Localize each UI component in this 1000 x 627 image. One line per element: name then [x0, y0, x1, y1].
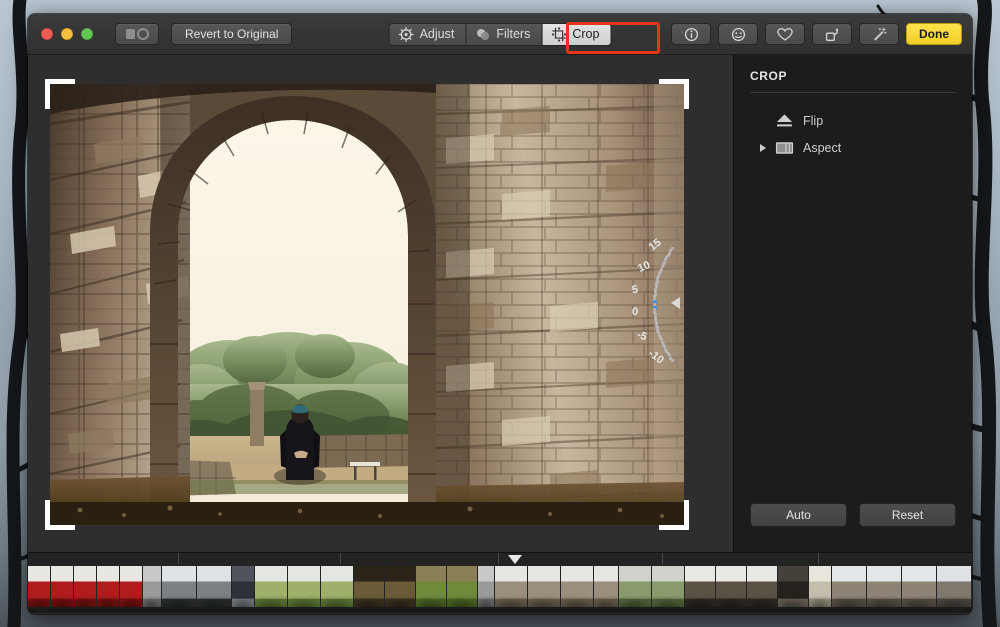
dial-label: 0	[631, 306, 638, 319]
sidebar-toggle-icon	[125, 28, 149, 40]
tab-adjust[interactable]: Adjust	[389, 23, 467, 46]
filmstrip-thumbnail[interactable]	[561, 566, 593, 611]
filmstrip-thumbnail[interactable]	[28, 566, 50, 611]
done-button[interactable]: Done	[906, 23, 962, 45]
filmstrip-thumbnails	[28, 566, 972, 611]
chevron-right-icon[interactable]	[760, 144, 766, 152]
revert-label: Revert to Original	[185, 27, 278, 41]
filmstrip-thumbnail[interactable]	[528, 566, 560, 611]
filmstrip-thumbnail[interactable]	[197, 566, 231, 611]
filmstrip-thumbnail[interactable]	[447, 566, 477, 611]
tab-crop[interactable]: Crop	[542, 23, 611, 46]
filmstrip-thumbnail[interactable]	[685, 566, 715, 611]
filmstrip-thumbnail[interactable]	[594, 566, 618, 611]
filmstrip-thumbnail[interactable]	[51, 566, 73, 611]
filmstrip-thumbnail[interactable]	[867, 566, 901, 611]
info-button[interactable]	[671, 23, 711, 45]
magic-wand-icon	[872, 27, 887, 42]
traffic-light-buttons	[28, 28, 93, 40]
dial-label: 5	[631, 284, 639, 297]
adjust-dial-icon	[399, 27, 414, 42]
tab-adjust-label: Adjust	[420, 27, 455, 41]
filmstrip-thumbnail[interactable]	[937, 566, 971, 611]
crop-frame-icon	[551, 27, 566, 42]
auto-button[interactable]: Auto	[750, 503, 847, 527]
dial-pointer-icon	[671, 297, 680, 309]
photo-artwork	[50, 84, 684, 525]
filmstrip-group-tick	[498, 553, 499, 564]
filmstrip-thumbnail[interactable]	[143, 566, 161, 611]
crop-frame[interactable]	[50, 84, 684, 525]
panel-title: CROP	[750, 69, 956, 83]
rotate-counterclockwise-icon	[824, 27, 840, 42]
filmstrip-thumbnail[interactable]	[74, 566, 96, 611]
filmstrip-thumbnail[interactable]	[495, 566, 527, 611]
sidebar-toggle-button[interactable]	[115, 23, 159, 45]
filmstrip-thumbnail[interactable]	[778, 566, 808, 611]
tab-filters[interactable]: Filters	[466, 23, 542, 46]
rotate-button[interactable]	[812, 23, 852, 45]
filmstrip-group-tick	[178, 553, 179, 564]
panel-row-aspect-label: Aspect	[803, 141, 841, 155]
filmstrip-thumbnail[interactable]	[416, 566, 446, 611]
filmstrip-thumbnail[interactable]	[747, 566, 777, 611]
filmstrip-thumbnail[interactable]	[832, 566, 866, 611]
filmstrip-thumbnail[interactable]	[652, 566, 684, 611]
panel-action-buttons: Auto Reset	[750, 503, 956, 527]
filmstrip-thumbnail[interactable]	[478, 566, 494, 611]
filmstrip-thumbnail[interactable]	[809, 566, 831, 611]
filmstrip-thumbnail[interactable]	[97, 566, 119, 611]
heart-icon	[777, 27, 793, 42]
photos-app-window: Revert to Original Adjust	[28, 14, 972, 614]
flip-icon	[775, 113, 794, 129]
filmstrip-thumbnail[interactable]	[619, 566, 651, 611]
revert-to-original-button[interactable]: Revert to Original	[171, 23, 292, 45]
reset-label: Reset	[892, 508, 923, 522]
faces-button[interactable]	[718, 23, 758, 45]
info-circle-icon	[684, 27, 699, 42]
toolbar-right-buttons: Done	[671, 23, 962, 45]
aspect-ratio-icon	[775, 140, 794, 156]
filmstrip-thumbnail[interactable]	[716, 566, 746, 611]
panel-row-aspect[interactable]: Aspect	[750, 134, 956, 161]
filmstrip-group-tick	[662, 553, 663, 564]
window-body: 151050-5-10 CROP Flip	[28, 55, 972, 552]
done-label: Done	[919, 27, 949, 41]
auto-label: Auto	[786, 508, 811, 522]
filmstrip-selected-marker	[508, 555, 522, 564]
dial-tick-dot	[671, 359, 674, 362]
filmstrip-group-tick	[818, 553, 819, 564]
filmstrip-thumbnail[interactable]	[232, 566, 254, 611]
tab-crop-label: Crop	[572, 27, 599, 41]
window-toolbar: Revert to Original Adjust	[28, 14, 972, 55]
panel-divider	[750, 92, 956, 93]
photo-canvas: 151050-5-10	[28, 55, 733, 552]
filmstrip-group-tick	[340, 553, 341, 564]
filters-circles-icon	[475, 27, 490, 42]
tab-filters-label: Filters	[496, 27, 530, 41]
filmstrip-thumbnail[interactable]	[255, 566, 287, 611]
filmstrip-base	[28, 607, 972, 613]
zoom-button[interactable]	[81, 28, 93, 40]
edit-mode-segmented-control: Adjust Filters	[389, 23, 612, 46]
reset-button[interactable]: Reset	[859, 503, 956, 527]
filmstrip-thumbnail[interactable]	[120, 566, 142, 611]
smiley-face-icon	[731, 27, 746, 42]
close-button[interactable]	[41, 28, 53, 40]
enhance-button[interactable]	[859, 23, 899, 45]
crop-inspector-panel: CROP Flip Aspect	[733, 55, 972, 552]
photo-filmstrip[interactable]	[28, 552, 972, 613]
panel-row-flip[interactable]: Flip	[750, 107, 956, 134]
filmstrip-thumbnail[interactable]	[288, 566, 320, 611]
filmstrip-thumbnail[interactable]	[321, 566, 353, 611]
filmstrip-thumbnail[interactable]	[902, 566, 936, 611]
straighten-angle-dial[interactable]: 151050-5-10	[661, 93, 727, 513]
favorite-button[interactable]	[765, 23, 805, 45]
stone-archway-ruin-photo[interactable]	[50, 84, 684, 525]
filmstrip-thumbnail[interactable]	[162, 566, 196, 611]
panel-row-flip-label: Flip	[803, 114, 823, 128]
minimize-button[interactable]	[61, 28, 73, 40]
filmstrip-thumbnail[interactable]	[354, 566, 384, 611]
filmstrip-thumbnail[interactable]	[385, 566, 415, 611]
